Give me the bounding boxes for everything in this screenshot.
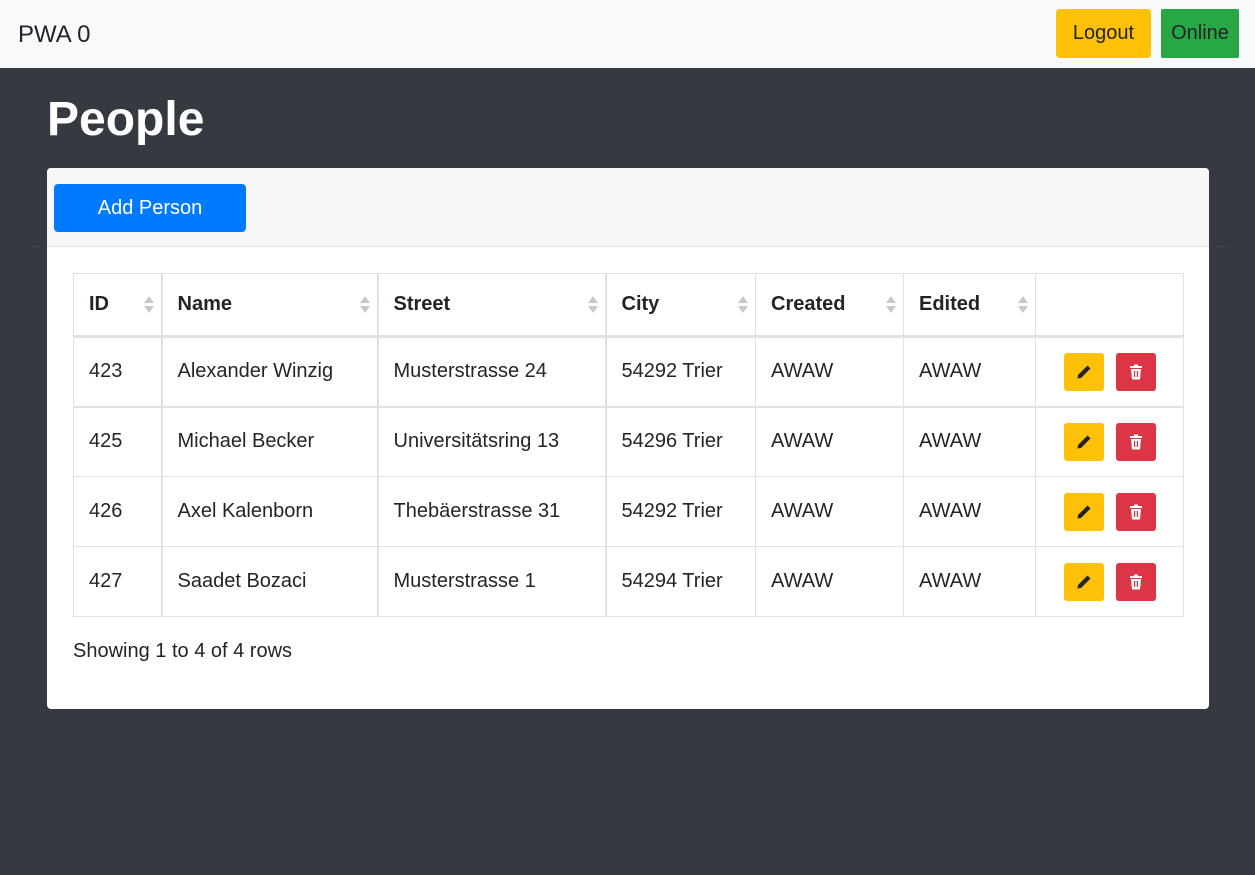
cell-edited: AWAW <box>903 336 1036 408</box>
column-header-street[interactable]: Street <box>377 273 607 338</box>
cell-city: 54294 Trier <box>605 546 756 617</box>
sort-icon <box>738 295 748 315</box>
column-header-label: Edited <box>919 293 981 315</box>
pagination-info: Showing 1 to 4 of 4 rows <box>73 640 293 662</box>
cell-street: Universitätsring 13 <box>377 406 607 477</box>
column-header-name[interactable]: Name <box>161 273 379 338</box>
cell-edited: AWAW <box>903 546 1036 617</box>
cell-edited: AWAW <box>903 476 1036 547</box>
cell-edited: AWAW <box>903 406 1036 477</box>
cell-id: 425 <box>73 406 163 477</box>
cell-name: Alexander Winzig <box>161 336 379 408</box>
cell-id: 423 <box>73 336 163 408</box>
cell-name: Saadet Bozaci <box>161 546 379 617</box>
people-table: ID Name Street City Created Edited 423 A… <box>73 273 1184 617</box>
table-row: 425 Michael Becker Universitätsring 13 5… <box>73 406 1184 477</box>
cell-created: AWAW <box>755 476 904 547</box>
table-row: 426 Axel Kalenborn Thebäerstrasse 31 542… <box>73 476 1184 547</box>
cell-street: Musterstrasse 1 <box>377 546 607 617</box>
trash-icon <box>1129 504 1142 519</box>
edit-button[interactable] <box>1063 492 1104 531</box>
page-title: People <box>47 93 205 146</box>
column-header-id[interactable]: ID <box>73 273 163 338</box>
column-header-label: City <box>621 293 660 315</box>
cell-actions <box>1035 406 1184 477</box>
table-row: 427 Saadet Bozaci Musterstrasse 1 54294 … <box>73 546 1184 617</box>
people-card: Add Person ID Name Street City Created E… <box>47 168 1209 709</box>
pencil-icon <box>1077 435 1090 449</box>
trash-icon <box>1129 574 1142 589</box>
column-header-city[interactable]: City <box>605 273 756 338</box>
online-status-button[interactable]: Online <box>1161 9 1239 58</box>
sort-icon <box>359 295 370 315</box>
cell-street: Thebäerstrasse 31 <box>377 476 607 547</box>
column-header-edited[interactable]: Edited <box>903 273 1036 338</box>
cell-created: AWAW <box>755 336 904 408</box>
pencil-icon <box>1077 505 1090 518</box>
logout-button[interactable]: Logout <box>1056 9 1151 58</box>
delete-button[interactable] <box>1115 352 1156 391</box>
column-header-created[interactable]: Created <box>755 273 904 338</box>
trash-icon <box>1129 364 1142 380</box>
sort-icon <box>587 295 598 315</box>
cell-actions <box>1035 336 1184 408</box>
sort-icon <box>886 295 896 315</box>
cell-id: 426 <box>73 476 163 547</box>
edit-button[interactable] <box>1063 352 1104 391</box>
cell-created: AWAW <box>755 546 904 617</box>
pencil-icon <box>1077 365 1090 379</box>
navbar-brand[interactable]: PWA 0 <box>18 20 90 50</box>
cell-city: 54292 Trier <box>605 336 756 408</box>
trash-icon <box>1129 434 1142 450</box>
cell-city: 54296 Trier <box>605 406 756 477</box>
cell-name: Michael Becker <box>161 406 379 477</box>
edit-button[interactable] <box>1063 422 1104 461</box>
column-header-label: Street <box>393 293 451 315</box>
cell-actions <box>1035 546 1184 617</box>
pencil-icon <box>1077 575 1090 588</box>
cell-actions <box>1035 476 1184 547</box>
delete-button[interactable] <box>1115 562 1156 601</box>
edit-button[interactable] <box>1063 562 1104 601</box>
navbar: PWA 0 Logout Online <box>0 0 1255 68</box>
cell-name: Axel Kalenborn <box>161 476 379 547</box>
delete-button[interactable] <box>1115 492 1156 531</box>
table-header-row: ID Name Street City Created Edited <box>73 273 1184 338</box>
cell-id: 427 <box>73 546 163 617</box>
column-header-label: Name <box>177 293 232 315</box>
cell-street: Musterstrasse 24 <box>377 336 607 408</box>
sort-icon <box>143 295 154 315</box>
delete-button[interactable] <box>1115 422 1156 461</box>
column-header-label: Created <box>771 293 846 315</box>
column-header-label: ID <box>89 293 109 315</box>
card-header: Add Person <box>47 168 1209 247</box>
cell-created: AWAW <box>755 406 904 477</box>
table-row: 423 Alexander Winzig Musterstrasse 24 54… <box>73 336 1184 408</box>
add-person-button[interactable]: Add Person <box>54 184 246 232</box>
cell-city: 54292 Trier <box>605 476 756 547</box>
column-header-actions <box>1035 273 1184 338</box>
sort-icon <box>1018 295 1028 315</box>
